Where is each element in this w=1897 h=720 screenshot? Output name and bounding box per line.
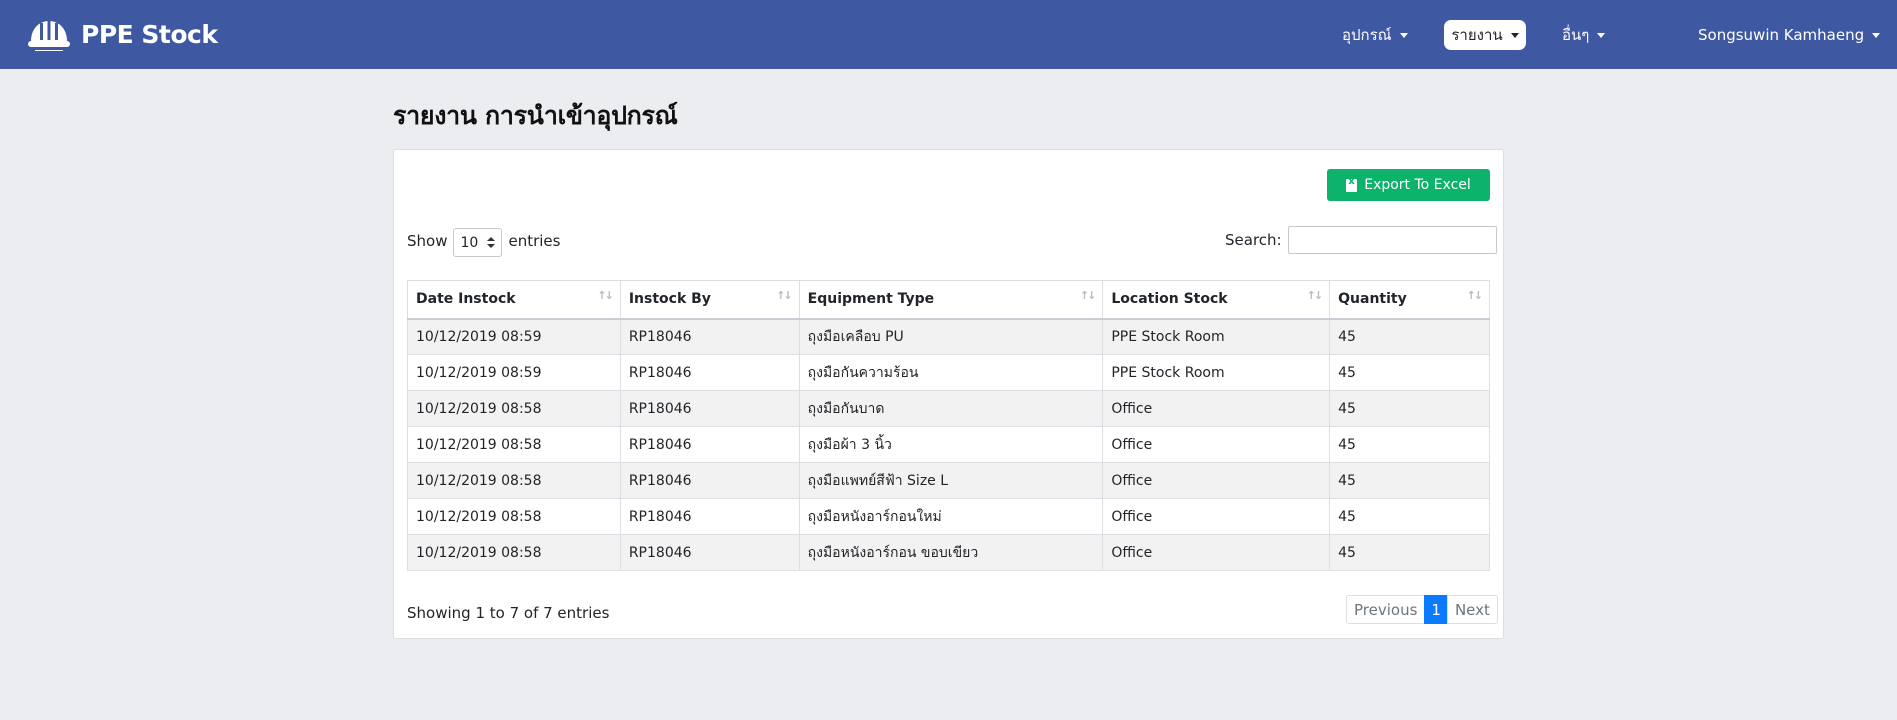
nav-equipment-label: อุปกรณ์ [1342,26,1392,44]
entries-length-control: Show 10 entries [407,224,560,257]
cell-equipment-type: ถุงมือแพทย์สีฟ้า Size L [798,462,1104,499]
caret-down-icon [1399,32,1408,38]
table-row: 10/12/2019 08:58 RP18046 ถุงมือหนังอาร์ก… [407,534,1490,571]
table-row: 10/12/2019 08:58 RP18046 ถุงมือแพทย์สีฟ้… [407,462,1490,499]
cell-equipment-type: ถุงมือเคลือบ PU [798,318,1104,355]
cell-location-stock: Office [1102,426,1331,463]
cell-equipment-type: ถุงมือผ้า 3 นิ้ว [798,426,1104,463]
cell-quantity: 45 [1329,390,1490,427]
cell-quantity: 45 [1329,426,1490,463]
sort-icon: ↑↓ [1079,289,1097,302]
table-row: 10/12/2019 08:59 RP18046 ถุงมือกันความร้… [407,354,1490,391]
select-arrows-icon [487,237,496,249]
table-header-row: Date Instock ↑↓ Instock By ↑↓ Equipment Ty… [407,280,1490,320]
cell-instock-by: RP18046 [619,534,800,571]
cell-quantity: 45 [1329,354,1490,391]
cell-date-instock: 10/12/2019 08:58 [407,534,621,571]
pagination-page-1-button[interactable]: 1 [1424,595,1448,624]
cell-location-stock: Office [1102,534,1331,571]
table-row: 10/12/2019 08:58 RP18046 ถุงมือกันบาด Of… [407,390,1490,427]
pagination: Previous 1 Next [1346,595,1498,624]
user-name: Songsuwin Kamhaeng [1698,26,1865,44]
cell-instock-by: RP18046 [619,354,800,391]
sort-icon: ↑↓ [1306,289,1324,302]
cell-date-instock: 10/12/2019 08:58 [407,498,621,535]
caret-down-icon [1597,32,1606,38]
cell-instock-by: RP18046 [619,318,800,355]
cell-quantity: 45 [1329,462,1490,499]
pagination-previous-button[interactable]: Previous [1346,595,1426,624]
cell-date-instock: 10/12/2019 08:59 [407,354,621,391]
cell-equipment-type: ถุงมือกันบาด [798,390,1104,427]
search-input[interactable] [1287,226,1497,254]
cell-equipment-type: ถุงมือหนังอาร์กอน ขอบเขียว [798,534,1104,571]
show-label: Show [407,231,448,250]
nav-other-label: อื่นๆ [1562,26,1590,44]
cell-date-instock: 10/12/2019 08:58 [407,462,621,499]
cell-location-stock: PPE Stock Room [1102,318,1331,355]
entries-label: entries [508,231,561,250]
column-header-equipment-type[interactable]: Equipment Type ↑↓ [798,280,1104,320]
table-info-text: Showing 1 to 7 of 7 entries [407,604,610,622]
column-header-label: Quantity [1338,291,1407,308]
cell-date-instock: 10/12/2019 08:59 [407,318,621,355]
column-header-label: Location Stock [1111,291,1228,308]
cell-quantity: 45 [1329,534,1490,571]
cell-location-stock: PPE Stock Room [1102,354,1331,391]
search-label: Search: [1225,231,1282,249]
column-header-label: Instock By [628,291,711,308]
column-header-label: Equipment Type [807,291,935,308]
sort-icon: ↑↓ [1466,289,1484,302]
caret-down-icon [1510,32,1519,38]
search-control: Search: [1225,226,1497,254]
cell-instock-by: RP18046 [619,498,800,535]
sort-icon: ↑↓ [597,289,614,302]
export-to-excel-button[interactable]: Export To Excel [1327,169,1490,201]
hard-hat-icon [28,21,70,51]
column-header-quantity[interactable]: Quantity ↑↓ [1329,280,1490,320]
excel-file-icon [1346,176,1358,192]
cell-equipment-type: ถุงมือหนังอาร์กอนใหม่ [798,498,1104,535]
column-header-location-stock[interactable]: Location Stock ↑↓ [1102,280,1331,320]
nav-report-dropdown[interactable]: รายงาน [1444,20,1526,50]
cell-instock-by: RP18046 [619,462,800,499]
brand[interactable]: PPE Stock [27,16,218,52]
nav-equipment-dropdown[interactable]: อุปกรณ์ [1330,20,1420,50]
column-header-instock-by[interactable]: Instock By ↑↓ [619,280,800,320]
nav-report-label: รายงาน [1451,26,1503,44]
entries-per-page-select[interactable]: 10 [453,228,503,257]
entries-per-page-value: 10 [460,234,479,251]
export-label: Export To Excel [1364,177,1471,193]
pagination-next-button[interactable]: Next [1446,595,1498,624]
cell-location-stock: Office [1102,498,1331,535]
cell-instock-by: RP18046 [619,390,800,427]
cell-equipment-type: ถุงมือกันความร้อน [798,354,1104,391]
cell-date-instock: 10/12/2019 08:58 [407,390,621,427]
caret-down-icon [1872,32,1881,38]
cell-location-stock: Office [1102,390,1331,427]
table-row: 10/12/2019 08:59 RP18046 ถุงมือเคลือบ PU… [407,318,1490,355]
nav-other-dropdown[interactable]: อื่นๆ [1550,20,1617,50]
table-row: 10/12/2019 08:58 RP18046 ถุงมือผ้า 3 นิ้… [407,426,1490,463]
user-menu-dropdown[interactable]: Songsuwin Kamhaeng [1686,20,1892,50]
table-row: 10/12/2019 08:58 RP18046 ถุงมือหนังอาร์ก… [407,498,1490,535]
cell-date-instock: 10/12/2019 08:58 [407,426,621,463]
brand-name: PPE Stock [81,19,218,49]
instock-table: Date Instock ↑↓ Instock By ↑↓ Equipment Ty… [407,280,1490,571]
cell-instock-by: RP18046 [619,426,800,463]
cell-quantity: 45 [1329,498,1490,535]
column-header-date-instock[interactable]: Date Instock ↑↓ [407,280,621,320]
column-header-label: Date Instock [416,291,516,308]
cell-location-stock: Office [1102,462,1331,499]
cell-quantity: 45 [1329,318,1490,355]
page-title: รายงาน การนำเข้าอุปกรณ์ [393,101,678,130]
sort-icon: ↑↓ [776,289,793,302]
navbar: PPE Stock อุปกรณ์ รายงาน อื่นๆ Songsuwin… [0,0,1897,69]
